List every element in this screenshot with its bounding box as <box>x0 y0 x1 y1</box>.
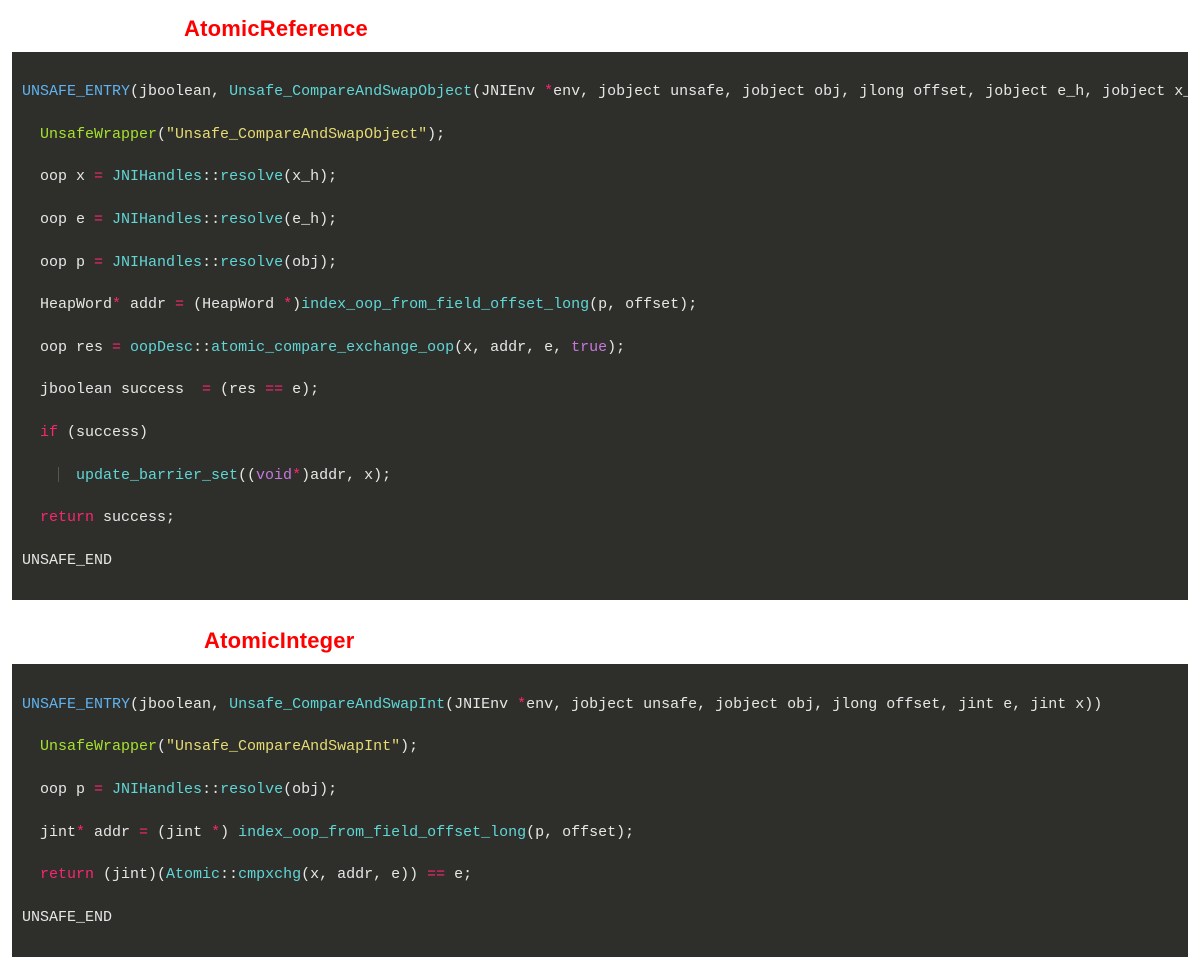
section-heading-atomicreference: AtomicReference <box>184 16 1188 42</box>
code-line: UNSAFE_ENTRY(jboolean, Unsafe_CompareAnd… <box>22 694 1178 715</box>
code-line: if (success) <box>22 422 1178 443</box>
code-line: UnsafeWrapper("Unsafe_CompareAndSwapObje… <box>22 124 1178 145</box>
indent-guide-icon <box>58 467 59 482</box>
code-block-atomicreference: UNSAFE_ENTRY(jboolean, Unsafe_CompareAnd… <box>12 52 1188 600</box>
code-line: jboolean success = (res == e); <box>22 379 1178 400</box>
code-line: oop x = JNIHandles::resolve(x_h); <box>22 166 1178 187</box>
code-line: oop p = JNIHandles::resolve(obj); <box>22 779 1178 800</box>
code-line: update_barrier_set((void*)addr, x); <box>22 465 1178 486</box>
code-line: jint* addr = (jint *) index_oop_from_fie… <box>22 822 1178 843</box>
code-line: oop e = JNIHandles::resolve(e_h); <box>22 209 1178 230</box>
code-line: UNSAFE_ENTRY(jboolean, Unsafe_CompareAnd… <box>22 81 1178 102</box>
code-line: UNSAFE_END <box>22 550 1178 571</box>
code-line: oop res = oopDesc::atomic_compare_exchan… <box>22 337 1178 358</box>
code-block-atomicinteger: UNSAFE_ENTRY(jboolean, Unsafe_CompareAnd… <box>12 664 1188 957</box>
code-line: oop p = JNIHandles::resolve(obj); <box>22 252 1178 273</box>
code-line: HeapWord* addr = (HeapWord *)index_oop_f… <box>22 294 1178 315</box>
section-heading-atomicinteger: AtomicInteger <box>204 628 1188 654</box>
code-line: return (jint)(Atomic::cmpxchg(x, addr, e… <box>22 864 1178 885</box>
code-line: UnsafeWrapper("Unsafe_CompareAndSwapInt"… <box>22 736 1178 757</box>
code-line: UNSAFE_END <box>22 907 1178 928</box>
